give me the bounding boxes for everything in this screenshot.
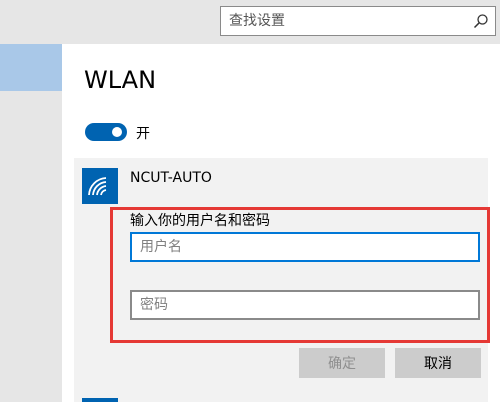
ok-button[interactable]: 确定 — [299, 348, 385, 378]
credentials-prompt: 输入你的用户名和密码 — [130, 213, 270, 229]
page-title: WLAN — [84, 66, 157, 94]
network-item[interactable]: NCUT-AUTO 输入你的用户名和密码 确定 取消 — [74, 158, 490, 402]
search-box[interactable] — [220, 6, 496, 36]
search-icon[interactable] — [473, 13, 489, 29]
navigation-pane — [0, 44, 62, 402]
wifi-toggle[interactable] — [85, 123, 127, 141]
toggle-knob — [112, 127, 122, 137]
toggle-label: 开 — [136, 126, 150, 142]
main-content: WLAN 开 NCUT-AUTO 输入你的用户名和密码 确定 取消 — [62, 44, 500, 402]
username-field[interactable] — [130, 232, 480, 262]
cancel-button[interactable]: 取消 — [395, 348, 481, 378]
wifi-icon — [82, 168, 118, 204]
next-network-icon — [82, 398, 118, 402]
search-input[interactable] — [229, 10, 459, 32]
nav-item-selected[interactable] — [0, 44, 62, 91]
top-bar — [0, 0, 500, 44]
network-name: NCUT-AUTO — [130, 170, 212, 186]
password-field[interactable] — [130, 290, 480, 320]
